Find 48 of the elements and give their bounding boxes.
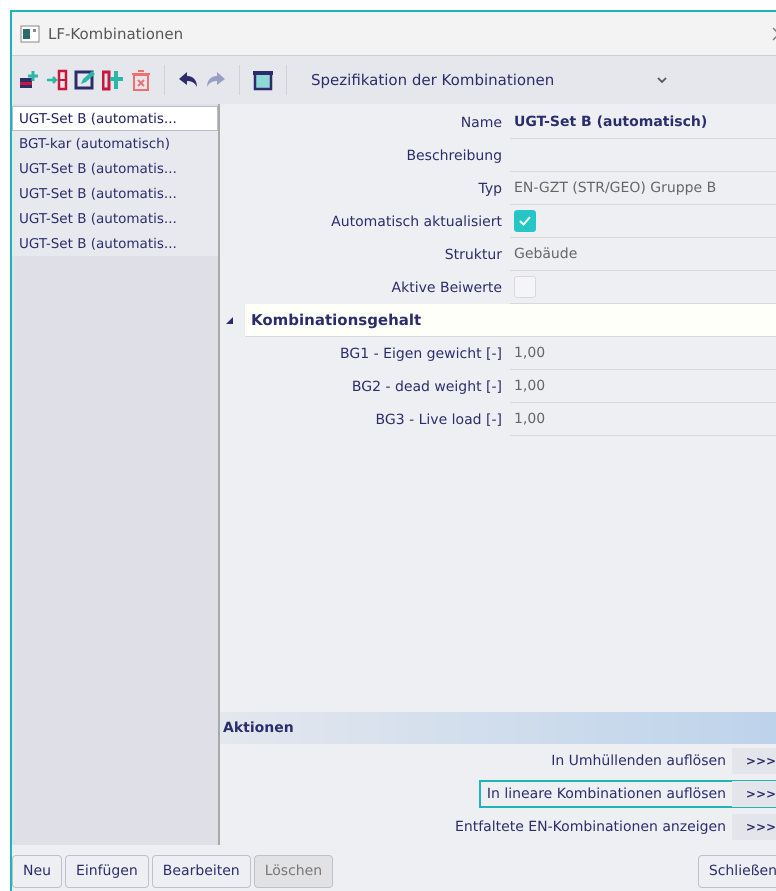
collapse-icon[interactable] bbox=[226, 317, 233, 324]
property-label: Name bbox=[460, 114, 503, 130]
checkbox[interactable] bbox=[514, 210, 536, 232]
list-item[interactable]: UGT-Set B (automatis... bbox=[12, 206, 218, 231]
property-value: 1,00 bbox=[514, 411, 546, 427]
action-row[interactable]: Entfaltete EN-Kombinationen anzeigen >>> bbox=[447, 812, 776, 840]
check-icon bbox=[519, 216, 531, 226]
action-label: Entfaltete EN-Kombinationen anzeigen bbox=[455, 818, 727, 834]
window-icon bbox=[20, 24, 40, 42]
list-item[interactable]: UGT-Set B (automatis... bbox=[12, 156, 218, 181]
property-label: Automatisch aktualisiert bbox=[330, 214, 503, 230]
property-label: Typ bbox=[477, 180, 503, 196]
group-title: Kombinationsgehalt bbox=[245, 304, 776, 337]
property-value: 1,00 bbox=[514, 345, 546, 361]
window-frame-icon[interactable] bbox=[252, 69, 274, 91]
action-button[interactable]: >>> bbox=[732, 814, 776, 840]
dialog-button[interactable]: Einfügen bbox=[64, 854, 149, 888]
edit-icon[interactable] bbox=[74, 69, 96, 91]
dialog-button[interactable]: Neu bbox=[12, 854, 62, 888]
list-item[interactable]: UGT-Set B (automatis... bbox=[12, 181, 218, 206]
property-label: BG2 - dead weight [-] bbox=[350, 378, 503, 394]
action-button[interactable]: >>> bbox=[732, 748, 776, 774]
property-value: EN-GZT (STR/GEO) Gruppe B bbox=[514, 180, 716, 196]
section-header: Aktionen bbox=[220, 712, 776, 744]
property-label: BG1 - Eigen gewicht [-] bbox=[339, 346, 503, 362]
window-title: LF-Kombinationen bbox=[48, 24, 184, 42]
property-label: Struktur bbox=[444, 246, 503, 262]
dialog-button[interactable]: Bearbeiten bbox=[152, 854, 251, 888]
insert-icon[interactable] bbox=[46, 69, 68, 91]
split-icon[interactable] bbox=[102, 69, 124, 91]
property-label: Aktive Beiwerte bbox=[390, 280, 503, 296]
list-item[interactable]: UGT-Set B (automatis... bbox=[12, 106, 218, 131]
property-value: UGT-Set B (automatisch) bbox=[514, 114, 708, 130]
checkbox[interactable] bbox=[514, 276, 536, 298]
property-label: BG3 - Live load [-] bbox=[374, 412, 503, 428]
action-row[interactable]: In Umhüllenden auflösen >>> bbox=[543, 746, 776, 774]
property-label: Beschreibung bbox=[405, 148, 503, 164]
action-button[interactable]: >>> bbox=[732, 780, 776, 806]
add-row-icon[interactable] bbox=[18, 69, 40, 91]
list-item[interactable]: BGT-kar (automatisch) bbox=[12, 131, 218, 156]
action-label: In lineare Kombinationen auflösen bbox=[486, 786, 727, 802]
chevron-down-icon bbox=[657, 76, 667, 84]
close-button[interactable]: Schließen bbox=[698, 854, 776, 888]
property-value: 1,00 bbox=[514, 378, 546, 394]
action-row[interactable]: In lineare Kombinationen auflösen >>> bbox=[478, 780, 776, 808]
list-item[interactable]: UGT-Set B (automatis... bbox=[12, 231, 218, 256]
action-label: In Umhüllenden auflösen bbox=[551, 752, 727, 768]
property-value: Gebäude bbox=[514, 246, 578, 262]
